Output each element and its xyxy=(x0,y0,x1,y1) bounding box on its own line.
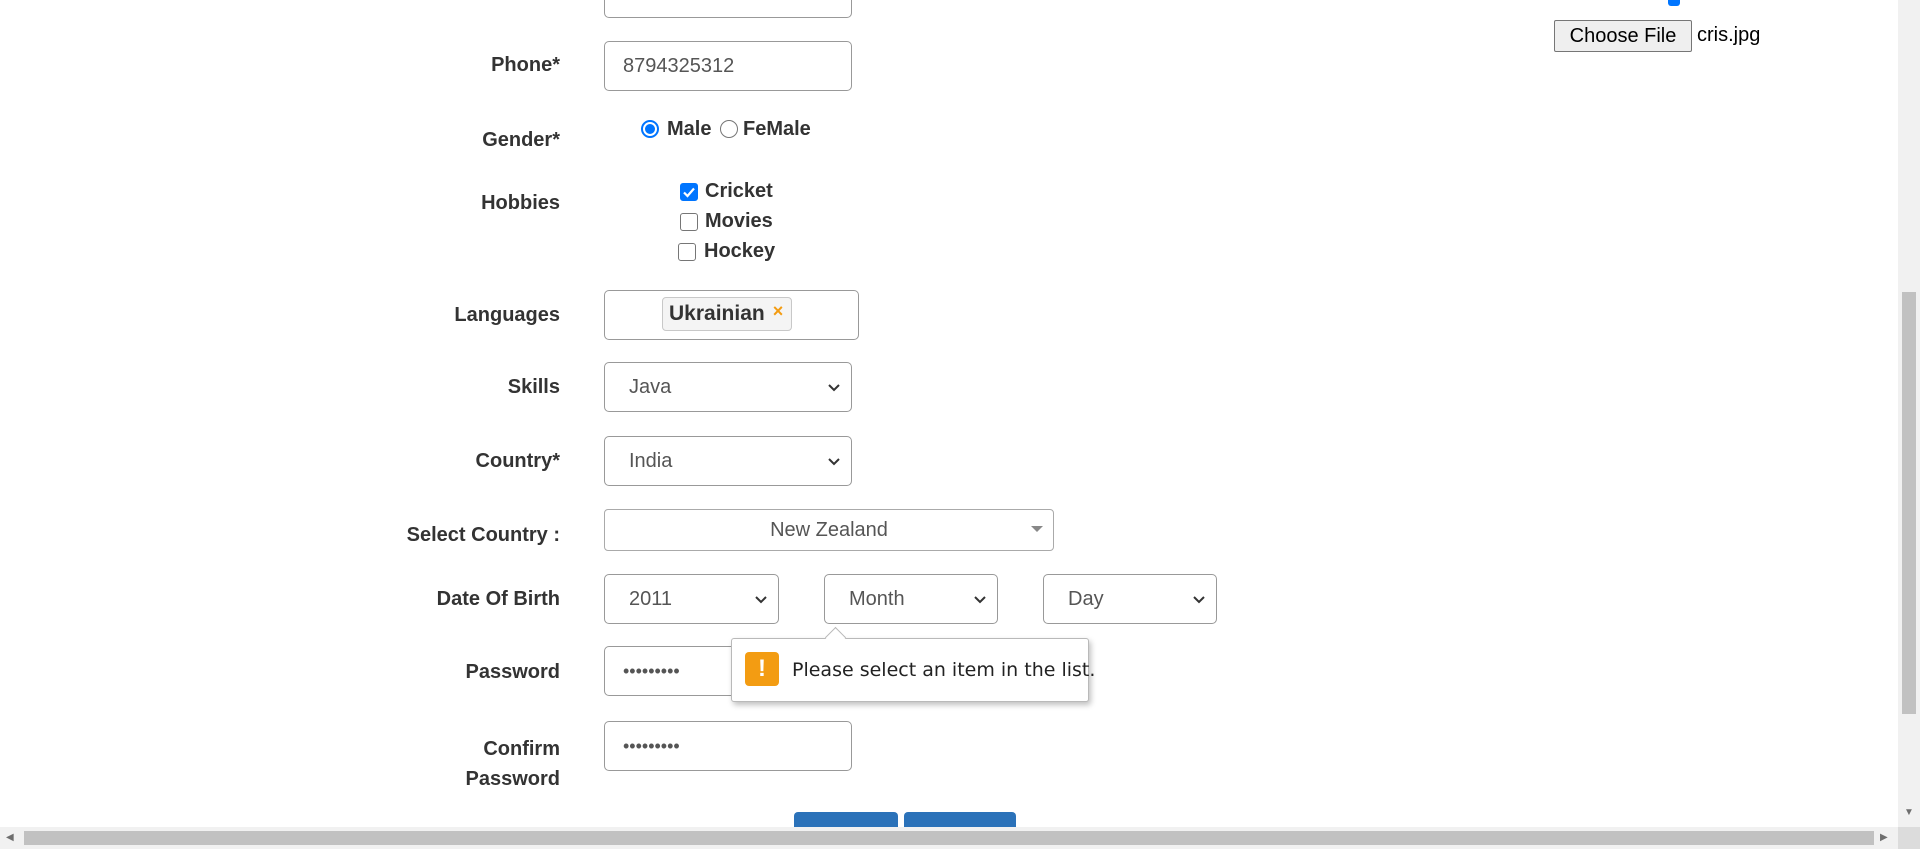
hobby-hockey-checkbox[interactable] xyxy=(678,243,696,261)
country-label: Country* xyxy=(475,450,560,472)
select-country-label: Select Country : xyxy=(406,524,560,546)
country-selected-value: India xyxy=(629,450,673,472)
dob-label: Date Of Birth xyxy=(436,588,560,610)
vertical-scrollbar[interactable]: ▼ xyxy=(1898,0,1920,827)
hobbies-label: Hobbies xyxy=(481,192,560,214)
validation-message: Please select an item in the list. xyxy=(792,659,1096,681)
partial-checkbox[interactable] xyxy=(1668,0,1680,6)
checkmark-icon xyxy=(683,187,695,198)
hobby-movies-label[interactable]: Movies xyxy=(705,210,773,233)
validation-tooltip: ! Please select an item in the list. xyxy=(731,626,1095,702)
hobby-cricket-checkbox[interactable] xyxy=(680,183,698,201)
dob-day-value: Day xyxy=(1068,588,1104,610)
skills-label: Skills xyxy=(507,376,560,398)
chevron-down-icon xyxy=(828,384,840,392)
scroll-down-arrow-icon[interactable]: ▼ xyxy=(1904,808,1914,818)
skills-select[interactable]: Java xyxy=(604,362,852,412)
skills-selected-value: Java xyxy=(629,376,672,398)
close-icon[interactable]: × xyxy=(773,301,784,322)
chosen-filename: cris.jpg xyxy=(1697,24,1761,46)
dob-day-select[interactable]: Day xyxy=(1043,574,1217,624)
chevron-down-icon xyxy=(1193,596,1205,604)
select-country-value: New Zealand xyxy=(770,519,888,541)
languages-label: Languages xyxy=(454,304,560,326)
language-tag: Ukrainian × xyxy=(662,297,793,331)
confirm-password-input[interactable]: ••••••••• xyxy=(604,721,852,771)
caret-down-icon xyxy=(1031,526,1043,532)
gender-female-label[interactable]: FeMale xyxy=(743,118,811,141)
email-field[interactable] xyxy=(604,0,852,18)
confirm-password-label: Confirm Password xyxy=(180,734,560,794)
submit-button[interactable] xyxy=(794,812,898,827)
tooltip-arrow xyxy=(824,626,847,649)
dob-year-value: 2011 xyxy=(629,588,673,610)
scroll-left-arrow-icon[interactable]: ◀ xyxy=(6,833,14,843)
choose-file-button[interactable]: Choose File xyxy=(1554,20,1692,52)
chevron-down-icon xyxy=(828,458,840,466)
language-tag-label: Ukrainian xyxy=(669,302,765,325)
country-select[interactable]: India xyxy=(604,436,852,486)
dob-month-select[interactable]: Month xyxy=(824,574,998,624)
hobby-movies-checkbox[interactable] xyxy=(680,213,698,231)
dob-month-value: Month xyxy=(849,588,905,610)
hobby-cricket-label[interactable]: Cricket xyxy=(705,180,773,203)
confirm-password-label-line2: Password xyxy=(465,768,560,790)
vertical-scroll-thumb[interactable] xyxy=(1902,292,1916,714)
horizontal-scroll-thumb[interactable] xyxy=(24,831,1874,845)
hobby-hockey-label[interactable]: Hockey xyxy=(704,240,775,263)
password-label: Password xyxy=(465,661,560,683)
select-country-dropdown[interactable]: New Zealand xyxy=(604,509,1054,551)
confirm-password-label-line1: Confirm xyxy=(483,738,560,760)
phone-input[interactable]: 8794325312 xyxy=(604,41,852,91)
gender-male-radio[interactable] xyxy=(641,120,659,138)
scroll-right-arrow-icon[interactable]: ▶ xyxy=(1880,833,1888,843)
horizontal-scrollbar[interactable]: ◀ ▶ xyxy=(0,827,1898,849)
scrollbar-corner xyxy=(1898,827,1920,849)
registration-form-page: Choose File cris.jpg Phone* 8794325312 G… xyxy=(0,0,1898,827)
dob-year-select[interactable]: 2011 xyxy=(604,574,779,624)
chevron-down-icon xyxy=(974,596,986,604)
refresh-button[interactable] xyxy=(904,812,1016,827)
gender-label: Gender* xyxy=(482,129,560,151)
warning-icon: ! xyxy=(745,652,779,686)
gender-male-label[interactable]: Male xyxy=(667,118,711,141)
chevron-down-icon xyxy=(755,596,767,604)
phone-label: Phone* xyxy=(491,54,560,76)
gender-female-radio[interactable] xyxy=(720,120,738,138)
